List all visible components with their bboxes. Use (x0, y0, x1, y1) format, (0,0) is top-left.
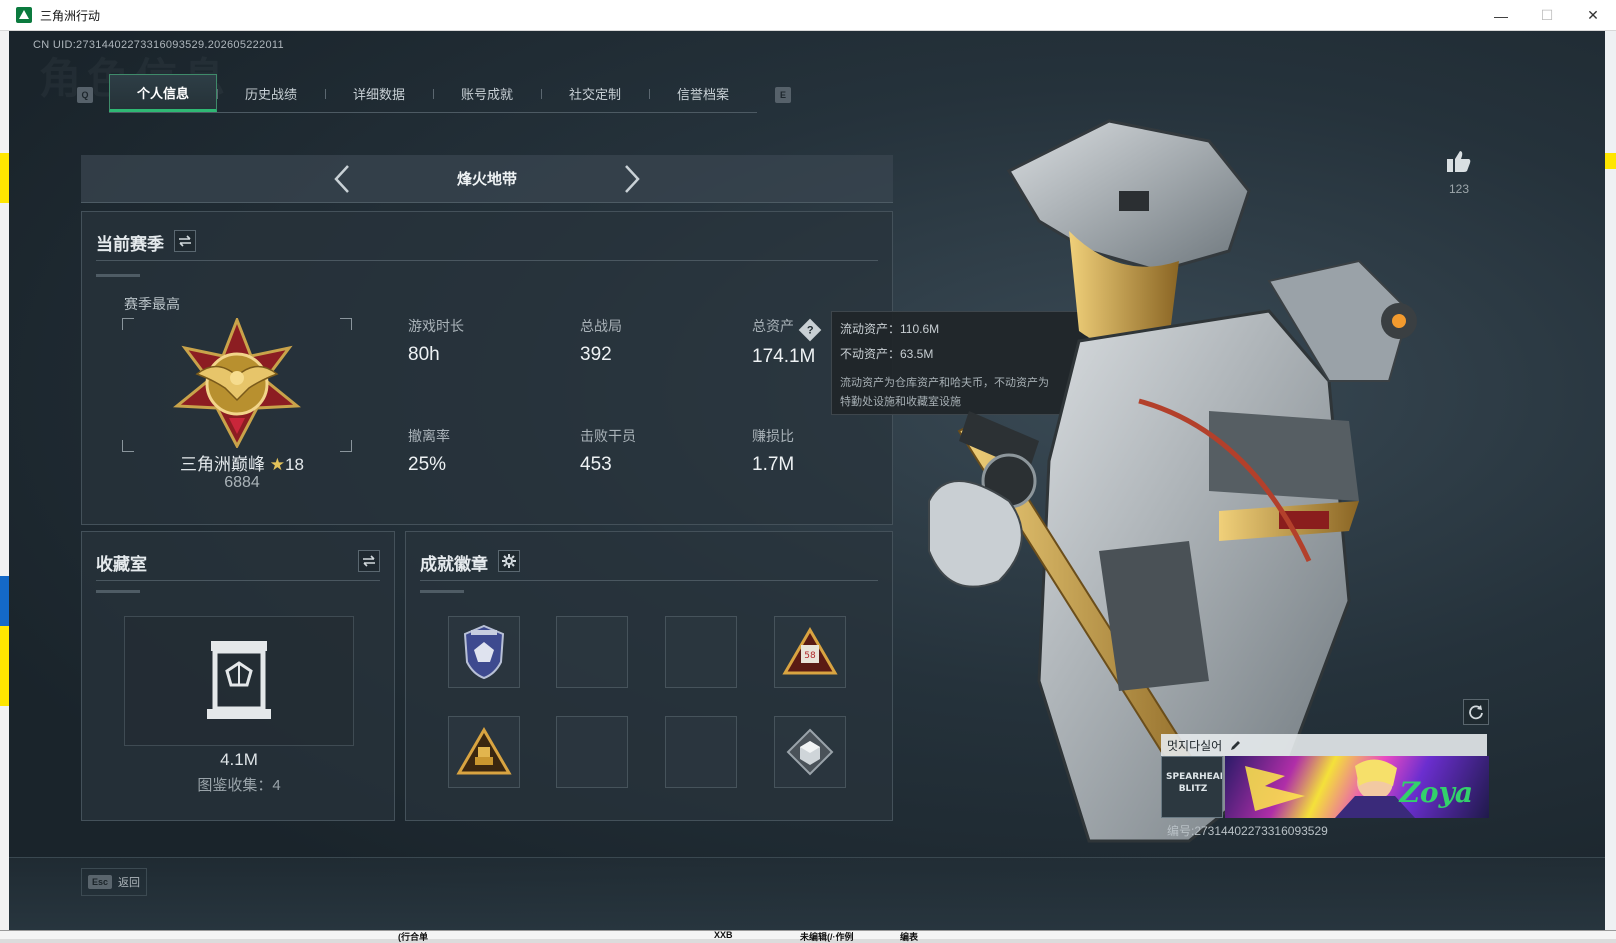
swap-icon (363, 555, 375, 567)
badge-number: 58 (804, 651, 816, 661)
like-button[interactable]: 123 (1437, 149, 1481, 196)
stat-operators-defeated: 击败干员 453 (580, 428, 636, 475)
bottom-strip-text: (行合单 (398, 932, 428, 942)
stat-profit-loss: 赚损比 1.7M (752, 428, 795, 475)
prev-mode-button[interactable] (322, 159, 362, 199)
season-title: 当前赛季 (96, 235, 164, 254)
badge-slot-empty[interactable] (556, 616, 628, 688)
maximize-button[interactable]: ☐ (1524, 0, 1570, 31)
achievements-settings-button[interactable] (498, 550, 520, 572)
tab-match-history[interactable]: 历史战绩 (217, 74, 325, 112)
bottom-strip-text: 未编辑(/·作例 (800, 932, 854, 942)
shield-badge-icon (463, 624, 505, 680)
swap-icon (179, 235, 191, 247)
bottom-strip-text: 编表 (900, 932, 919, 942)
background-app-left-strip (0, 31, 9, 939)
namecard-emblem: SPEARHEAD BLITZ (1161, 756, 1223, 818)
vault-display[interactable] (124, 616, 354, 746)
namecard-banner: Zoya (1225, 756, 1489, 818)
badge-slot-empty[interactable] (665, 616, 737, 688)
minimize-button[interactable]: — (1478, 0, 1524, 31)
back-label: 返回 (118, 877, 141, 889)
gear-icon (502, 554, 516, 568)
collection-room-panel: 收藏室 4.1M 图鉴收集：4 (81, 531, 395, 821)
app-logo-icon (16, 7, 32, 23)
namecard-id: 编号:27314402273316093529 (1167, 824, 1328, 838)
badge-slot[interactable] (774, 716, 846, 788)
mode-name: 烽火地带 (456, 171, 517, 188)
like-count: 123 (1448, 182, 1470, 196)
current-season-panel: 当前赛季 赛季最高 三角洲巅峰 ★18 6884 游戏时长 80h 总战局 39… (81, 211, 893, 525)
season-switch-button[interactable] (174, 230, 196, 252)
tab-bar: Q 个人信息 历史战绩 详细数据 账号成就 社交定制 信誉档案 E (77, 74, 791, 113)
close-button[interactable]: ✕ (1570, 0, 1616, 31)
refresh-button[interactable] (1463, 699, 1489, 725)
help-icon[interactable]: ? (798, 318, 822, 342)
back-button[interactable]: Esc 返回 (81, 868, 147, 896)
badge-slot-empty[interactable] (556, 716, 628, 788)
bottom-bar: Esc 返回 (9, 857, 1605, 930)
chevron-left-icon (334, 164, 349, 193)
next-mode-button[interactable] (612, 159, 652, 199)
background-app-right-strip (1605, 31, 1616, 939)
thumbs-up-icon (1447, 151, 1471, 172)
player-namecard[interactable]: 멋지다실어 SPEARHEAD BLITZ Zoya 编号:2731440227… (1161, 734, 1489, 839)
vault-title: 收藏室 (96, 555, 147, 574)
badge-slot-empty[interactable] (665, 716, 737, 788)
window-titlebar: 三角洲行动 — ☐ ✕ (0, 0, 1616, 31)
tab-social-custom[interactable]: 社交定制 (541, 74, 649, 112)
vault-switch-button[interactable] (358, 550, 380, 572)
tab-credit-record[interactable]: 信誉档案 (649, 74, 757, 112)
vault-value: 4.1M (220, 750, 258, 769)
cube-badge-icon (786, 728, 834, 776)
next-tab-key[interactable]: E (775, 87, 791, 103)
rank-badge-frame (122, 298, 352, 452)
star-icon: ★ (269, 455, 286, 474)
tab-personal-info[interactable]: 个人信息 (109, 74, 217, 112)
background-app-bottom-strip: (行合单 XXB 未编辑(/·作例 编表 (0, 930, 1616, 942)
display-case-icon (207, 641, 271, 719)
warning-badge-icon: 58 (782, 627, 838, 675)
badge-slot[interactable] (448, 716, 520, 788)
gold-triangle-badge-icon (456, 727, 512, 775)
tab-detailed-data[interactable]: 详细数据 (325, 74, 433, 112)
rank-stars: 18 (285, 455, 304, 474)
esc-key: Esc (88, 875, 113, 889)
vault-collection-count: 图鉴收集：4 (197, 777, 281, 794)
badge-slot[interactable]: 58 (774, 616, 846, 688)
achievements-title: 成就徽章 (420, 555, 488, 574)
window-title: 三角洲行动 (40, 8, 101, 23)
tab-account-achievements[interactable]: 账号成就 (433, 74, 541, 112)
rank-score: 6884 (224, 474, 260, 491)
rank-emblem-icon (173, 318, 301, 448)
edit-pencil-icon[interactable] (1230, 739, 1242, 751)
player-nickname: 멋지다실어 (1167, 738, 1223, 753)
achievement-badges-panel: 成就徽章 58 (405, 531, 893, 821)
player-uid: CN UID:27314402273316093529.202605222011 (33, 39, 284, 51)
refresh-icon (1469, 705, 1483, 720)
game-window: 角色信息 CN UID:27314402273316093529.2026052… (9, 31, 1605, 930)
badge-slot[interactable] (448, 616, 520, 688)
nickname-bar: 멋지다실어 (1161, 734, 1487, 756)
stat-total-matches: 总战局 392 (580, 318, 622, 365)
rank-name: 三角洲巅峰 ★18 (180, 455, 304, 474)
stat-total-assets: 总资产? 174.1M (752, 316, 822, 368)
chevron-right-icon (625, 164, 640, 193)
mode-selector: 烽火地带 (81, 155, 893, 203)
prev-tab-key[interactable]: Q (77, 87, 93, 103)
stat-extraction-rate: 撤离率 25% (408, 428, 450, 475)
stat-playtime: 游戏时长 80h (408, 318, 464, 365)
